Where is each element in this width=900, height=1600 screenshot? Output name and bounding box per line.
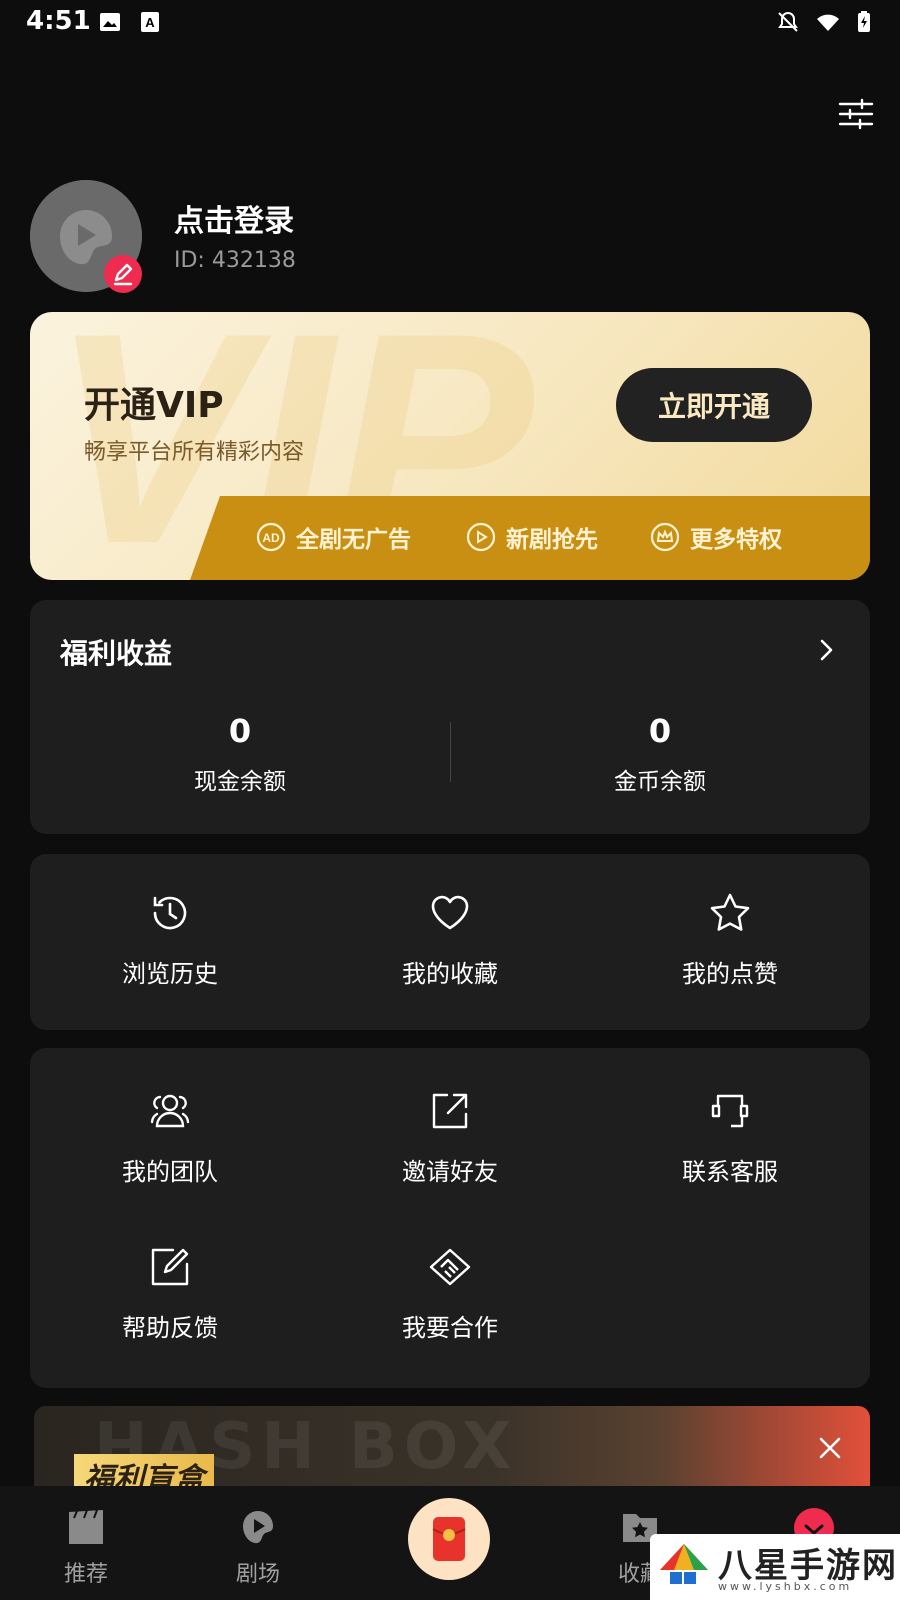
settings-sliders-icon[interactable] (836, 94, 876, 134)
nav-label: 推荐 (63, 1562, 108, 1587)
watermark-logo-icon (660, 1544, 708, 1584)
coin-balance[interactable]: 0 金币余额 (450, 712, 870, 796)
team-icon (150, 1094, 190, 1128)
site-watermark: 八星手游网 www.lyshbx.com (650, 1534, 900, 1600)
activate-vip-button[interactable]: 立即开通 (616, 368, 812, 442)
user-id: ID: 432138 (174, 248, 296, 273)
accessibility-icon: A (141, 12, 159, 32)
welfare-panel: 福利收益 0 现金余额 0 金币余额 (30, 600, 870, 834)
cooperation-item[interactable]: 我要合作 (310, 1244, 590, 1343)
quick-actions-panel: 浏览历史 我的收藏 我的点赞 (30, 854, 870, 1030)
coin-balance-value: 0 (648, 712, 672, 750)
mute-icon (778, 11, 798, 32)
login-link[interactable]: 点击登录 (174, 196, 294, 240)
perk-more: 更多特权 (650, 520, 782, 554)
perk-label: 全剧无广告 (296, 527, 411, 553)
promo-banner[interactable]: HASH BOX 福利盲盒 (34, 1406, 870, 1486)
heart-icon (431, 895, 469, 930)
nav-label: 剧场 (235, 1562, 280, 1587)
tools-panel: 我的团队 邀请好友 联系客服 帮助反馈 我要合作 (30, 1048, 870, 1388)
edit-avatar-button[interactable] (104, 255, 142, 293)
red-envelope-button[interactable] (408, 1498, 490, 1580)
gallery-icon (100, 13, 120, 31)
battery-icon (858, 11, 870, 32)
nav-theater[interactable]: 剧场 (198, 1506, 318, 1588)
perk-label: 新剧抢先 (506, 527, 598, 553)
ad-icon: AD (256, 522, 286, 552)
feedback-item[interactable]: 帮助反馈 (30, 1244, 310, 1343)
likes-label: 我的点赞 (682, 960, 778, 988)
edit-icon (151, 1248, 189, 1286)
support-label: 联系客服 (682, 1158, 778, 1186)
nav-recommend[interactable]: 推荐 (26, 1506, 146, 1588)
feedback-label: 帮助反馈 (122, 1314, 218, 1342)
support-item[interactable]: 联系客服 (590, 1088, 870, 1187)
cooperation-label: 我要合作 (402, 1314, 498, 1342)
headset-icon (711, 1094, 749, 1128)
history-item[interactable]: 浏览历史 (30, 890, 310, 989)
history-icon (153, 896, 187, 930)
favorites-item[interactable]: 我的收藏 (310, 890, 590, 989)
svg-text:AD: AD (262, 531, 280, 545)
status-time: 4:51 (26, 6, 91, 36)
perk-no-ads: AD 全剧无广告 (256, 520, 411, 554)
cash-balance-value: 0 (228, 712, 252, 750)
banner-title: 福利盲盒 (74, 1454, 214, 1486)
invite-label: 邀请好友 (402, 1158, 498, 1186)
cash-balance[interactable]: 0 现金余额 (30, 712, 450, 796)
cash-balance-label: 现金余额 (194, 769, 286, 795)
play-plus-icon (466, 522, 496, 552)
crown-icon (650, 522, 680, 552)
likes-item[interactable]: 我的点赞 (590, 890, 870, 989)
play-bubble-icon (243, 1511, 273, 1544)
coin-balance-label: 金币余额 (614, 769, 706, 795)
close-icon[interactable] (816, 1434, 844, 1462)
team-item[interactable]: 我的团队 (30, 1088, 310, 1187)
favorites-label: 我的收藏 (402, 960, 498, 988)
star-icon (710, 893, 750, 931)
svg-text:A: A (145, 15, 155, 30)
history-label: 浏览历史 (122, 960, 218, 988)
wifi-icon (817, 14, 839, 31)
perk-early-access: 新剧抢先 (466, 520, 598, 554)
vip-card[interactable]: VIP 开通VIP 畅享平台所有精彩内容 立即开通 AD 全剧无广告 新剧抢先 … (30, 312, 870, 580)
perk-label: 更多特权 (690, 527, 782, 553)
handshake-icon (429, 1248, 471, 1286)
pencil-icon (113, 263, 133, 286)
share-icon (432, 1093, 468, 1129)
invite-item[interactable]: 邀请好友 (310, 1088, 590, 1187)
clapperboard-icon (69, 1509, 103, 1544)
welfare-title: 福利收益 (60, 637, 173, 670)
watermark-url: www.lyshbx.com (718, 1580, 853, 1593)
red-envelope-icon (432, 1517, 466, 1561)
vip-subtitle: 畅享平台所有精彩内容 (84, 440, 305, 465)
team-label: 我的团队 (122, 1158, 218, 1186)
vip-title: 开通VIP (84, 385, 224, 426)
chevron-right-icon[interactable] (812, 636, 840, 664)
